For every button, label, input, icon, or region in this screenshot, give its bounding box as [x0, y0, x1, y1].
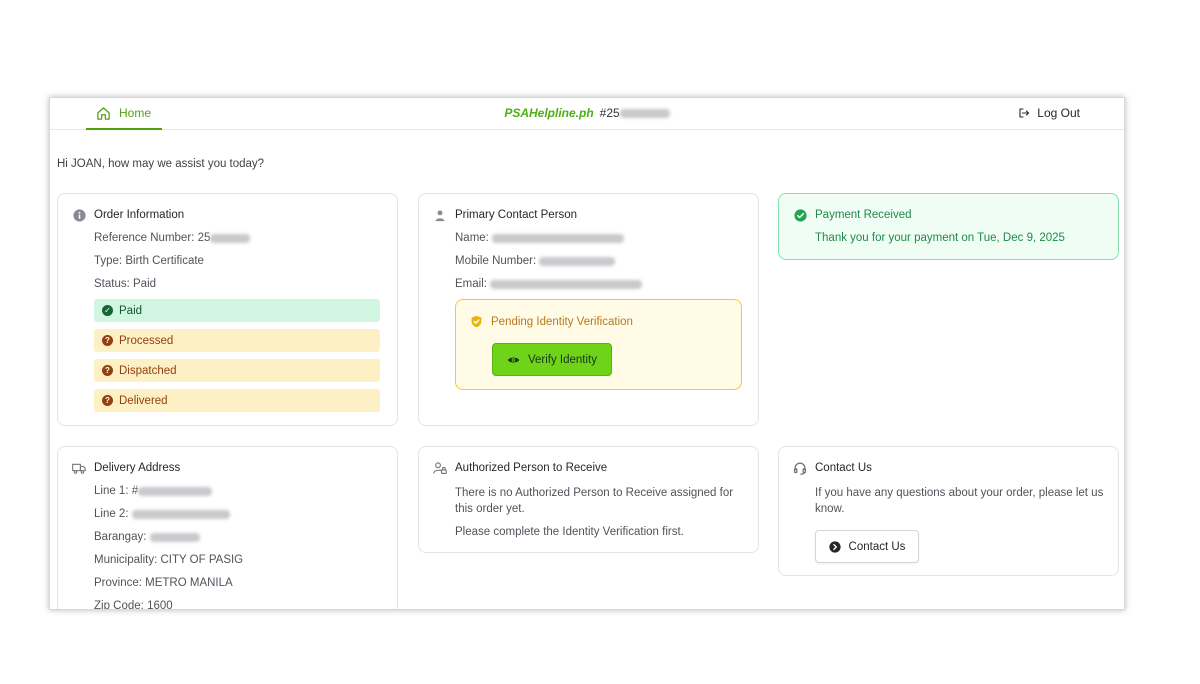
status-step-delivered: ? Delivered	[94, 389, 380, 412]
address-line2-row: Line 2:	[94, 508, 230, 520]
contact-us-label: Contact Us	[815, 462, 872, 474]
address-line2-redacted	[131, 509, 230, 519]
type-value: Birth Certificate	[125, 255, 204, 267]
contact-email-row: Email:	[455, 278, 643, 290]
zip-code-value: 1600	[147, 600, 173, 610]
type-label: Type:	[94, 255, 123, 267]
address-line1-row: Line 1: #	[94, 485, 213, 497]
arrow-right-circle-icon	[828, 540, 841, 553]
reference-number-label: Reference Number:	[94, 232, 195, 244]
authorized-person-message: There is no Authorized Person to Receive…	[455, 487, 734, 515]
payment-received-label: Payment Received	[815, 209, 912, 221]
verify-identity-label: Verify Identity	[527, 353, 598, 366]
municipality-value: CITY OF PASIG	[160, 554, 244, 566]
contact-us-card: Contact Us If you have any questions abo…	[778, 446, 1119, 576]
payment-message: Thank you for your payment on Tue, Dec 9…	[815, 232, 1065, 244]
status-row: Status: Paid	[94, 278, 156, 290]
check-circle-icon	[793, 208, 807, 222]
barangay-redacted	[149, 532, 200, 542]
contact-mobile-label: Mobile Number:	[455, 255, 537, 267]
address-line1-redacted	[138, 486, 213, 496]
truck-icon	[72, 461, 86, 475]
headset-icon	[793, 461, 807, 475]
status-step-label: Dispatched	[119, 364, 177, 377]
greeting: Hi JOAN, how may we assist you today?	[57, 158, 265, 170]
status-step-label: Paid	[119, 304, 143, 317]
order-number-prefix: #25	[599, 106, 620, 120]
order-information-card: Order Information Reference Number: 25 T…	[57, 193, 398, 426]
payment-received-title: Payment Received	[793, 208, 912, 222]
zip-code-row: Zip Code: 1600	[94, 600, 173, 610]
status-step-processed: ? Processed	[94, 329, 380, 352]
contact-us-button[interactable]: Contact Us	[815, 530, 919, 563]
contact-us-message: If you have any questions about your ord…	[815, 487, 1104, 515]
order-number-redacted	[619, 108, 670, 118]
status-label: Status:	[94, 278, 130, 290]
barangay-row: Barangay:	[94, 531, 200, 543]
identity-verification-panel: Pending Identity Verification Verify Ide…	[455, 299, 742, 390]
zip-code-label: Zip Code:	[94, 600, 144, 610]
question-circle-icon: ?	[102, 365, 113, 376]
contact-mobile-redacted	[539, 256, 616, 266]
status-step-label: Delivered	[119, 394, 168, 407]
identity-verification-title: Pending Identity Verification	[470, 315, 633, 328]
reference-number-redacted	[210, 233, 251, 243]
status-step-paid: ✓ Paid	[94, 299, 380, 322]
contact-us-title: Contact Us	[793, 461, 872, 475]
status-step-label: Processed	[119, 334, 174, 347]
check-circle-icon: ✓	[102, 305, 113, 316]
contact-name-label: Name:	[455, 232, 489, 244]
contact-mobile-row: Mobile Number:	[455, 255, 616, 267]
primary-contact-title: Primary Contact Person	[433, 208, 577, 222]
type-row: Type: Birth Certificate	[94, 255, 204, 267]
brand: PSAHelpline.ph #25	[50, 98, 1124, 128]
province-value: METRO MANILA	[145, 577, 233, 589]
municipality-label: Municipality:	[94, 554, 158, 566]
barangay-label: Barangay:	[94, 531, 147, 543]
address-line2-label: Line 2:	[94, 508, 129, 520]
top-navigation: Home PSAHelpline.ph #25 Log Out	[50, 98, 1124, 130]
municipality-row: Municipality: CITY OF PASIG	[94, 554, 243, 566]
question-circle-icon: ?	[102, 395, 113, 406]
question-circle-icon: ?	[102, 335, 113, 346]
authorized-person-card: Authorized Person to Receive There is no…	[418, 446, 759, 553]
order-information-title: Order Information	[72, 208, 184, 222]
status-value: Paid	[133, 278, 157, 290]
contact-us-button-label: Contact Us	[848, 540, 906, 553]
address-line1-label: Line 1:	[94, 485, 129, 497]
primary-contact-card: Primary Contact Person Name: Mobile Numb…	[418, 193, 759, 426]
primary-contact-label: Primary Contact Person	[455, 209, 578, 221]
user-icon	[433, 208, 447, 222]
delivery-address-card: Delivery Address Line 1: # Line 2: Baran…	[57, 446, 398, 610]
contact-email-redacted	[490, 279, 643, 289]
order-number: #25	[600, 106, 670, 120]
shield-check-icon	[471, 315, 482, 328]
verify-identity-button[interactable]: Verify Identity	[492, 343, 612, 376]
app-window: Home PSAHelpline.ph #25 Log Out Hi JOAN,…	[49, 97, 1125, 610]
reference-number-row: Reference Number: 25	[94, 232, 251, 244]
order-information-label: Order Information	[94, 209, 185, 221]
contact-name-row: Name:	[455, 232, 625, 244]
authorized-person-label: Authorized Person to Receive	[455, 462, 608, 474]
contact-email-label: Email:	[455, 278, 487, 290]
contact-name-redacted	[492, 233, 625, 243]
payment-received-card: Payment Received Thank you for your paym…	[778, 193, 1119, 260]
delivery-address-label: Delivery Address	[94, 462, 181, 474]
logout-icon	[1019, 108, 1030, 118]
identity-verification-label: Pending Identity Verification	[491, 315, 633, 328]
authorized-person-title: Authorized Person to Receive	[433, 461, 607, 475]
info-icon	[72, 208, 86, 222]
delivery-address-title: Delivery Address	[72, 461, 180, 475]
province-row: Province: METRO MANILA	[94, 577, 233, 589]
reference-number-value: 25	[197, 232, 211, 244]
eye-icon	[507, 357, 520, 362]
authorized-person-instruction: Please complete the Identity Verificatio…	[455, 526, 684, 538]
logout-button[interactable]: Log Out	[1018, 98, 1080, 128]
province-label: Province:	[94, 577, 142, 589]
logout-label: Log Out	[1037, 106, 1080, 120]
status-step-dispatched: ? Dispatched	[94, 359, 380, 382]
user-lock-icon	[433, 461, 447, 475]
brand-name: PSAHelpline.ph	[504, 106, 594, 120]
